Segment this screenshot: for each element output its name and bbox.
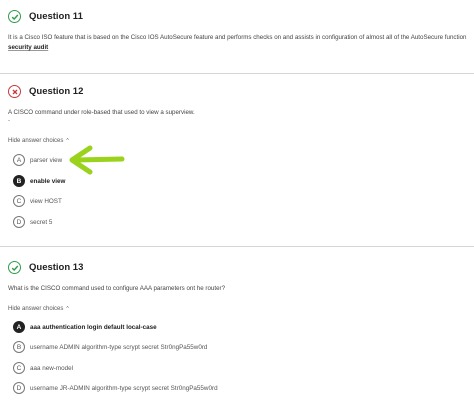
arrow-left-icon [69,145,125,175]
